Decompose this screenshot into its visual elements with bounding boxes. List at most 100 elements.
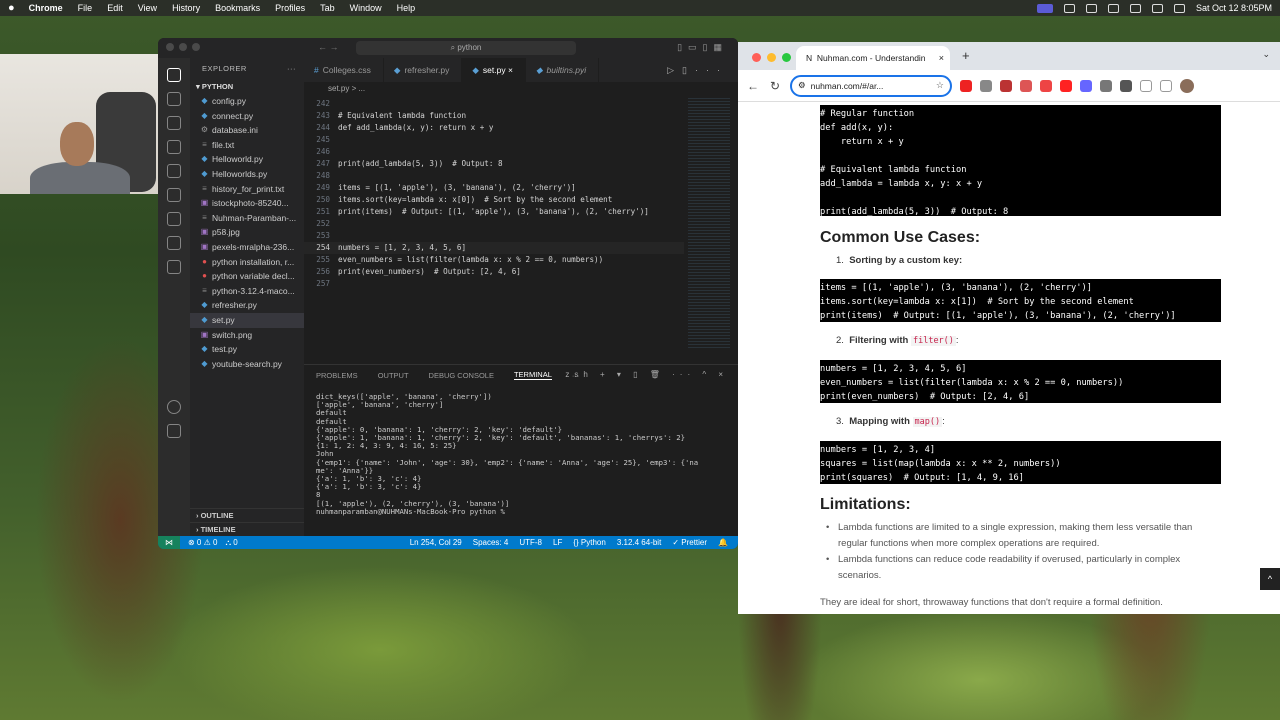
scroll-to-top-button[interactable]: ^	[1260, 568, 1280, 590]
tab-search-icon[interactable]: ⌄	[1262, 49, 1270, 60]
file-item[interactable]: ◆ set.py	[190, 312, 304, 328]
search-icon[interactable]	[167, 92, 181, 106]
extension-k-icon[interactable]	[1100, 79, 1112, 92]
code-lines[interactable]: 242 243 # Equivalent lambda function 244 def…	[304, 98, 684, 290]
extension-icon[interactable]	[167, 260, 181, 274]
tab-colleges-css[interactable]: # Colleges.css	[304, 58, 384, 82]
file-item[interactable]: ▣ istockphoto-85240...	[190, 196, 304, 211]
extension-speaker-icon[interactable]	[1000, 79, 1012, 92]
account-icon[interactable]	[167, 400, 181, 414]
file-item[interactable]: ● python installation, r...	[190, 255, 304, 270]
apple-menu-icon[interactable]: ●	[8, 2, 15, 14]
file-item[interactable]: ≡ Nuhman-Paramban-...	[190, 211, 304, 226]
status-ports[interactable]: ⛬ 0	[225, 538, 237, 548]
notification-bell-icon[interactable]: 🔔	[718, 538, 728, 547]
file-item[interactable]: ◆ Helloworld.py	[190, 152, 304, 167]
minimap[interactable]	[688, 98, 730, 348]
code-line[interactable]: 242	[304, 98, 684, 110]
menu-profiles[interactable]: Profiles	[275, 3, 305, 13]
code-line[interactable]: 253	[304, 230, 684, 242]
status-formatter[interactable]: ✓ Prettier	[672, 538, 707, 547]
status-language[interactable]: {} Python	[573, 538, 605, 547]
status-eol[interactable]: LF	[553, 538, 562, 547]
command-center-search[interactable]: ⌕ python	[356, 41, 576, 55]
file-item[interactable]: ≡ file.txt	[190, 138, 304, 153]
code-line[interactable]: 248	[304, 170, 684, 182]
status-errors[interactable]: ⊗ 0 ⚠ 0	[188, 538, 217, 547]
remote-icon[interactable]: ⋈	[158, 536, 180, 549]
zoom-window-button[interactable]	[782, 53, 791, 62]
code-line[interactable]: 254 numbers = [1, 2, 3, 4, 5, 6]	[304, 242, 684, 254]
menu-bookmarks[interactable]: Bookmarks	[215, 3, 260, 13]
code-line[interactable]: 250 items.sort(key=lambda x: x[0]) # Sort…	[304, 194, 684, 206]
extension-gray-icon[interactable]	[980, 79, 992, 92]
file-item[interactable]: ● python variable decl...	[190, 269, 304, 284]
file-item[interactable]: ⚙ database.ini	[190, 123, 304, 138]
browser-tab[interactable]: N Nuhman.com - Understandin ×	[796, 46, 950, 70]
code-line[interactable]: 256 print(even_numbers) # Output: [2, 4, …	[304, 266, 684, 278]
extension-record-icon[interactable]	[1040, 79, 1052, 92]
control-center-icon[interactable]	[1173, 3, 1185, 13]
download-icon[interactable]	[1160, 79, 1172, 92]
status-interpreter[interactable]: 3.12.4 64-bit	[617, 538, 661, 547]
file-item[interactable]: ≡ history_for_print.txt	[190, 182, 304, 197]
docker-icon[interactable]	[167, 236, 181, 250]
remote-explorer-icon[interactable]	[167, 188, 181, 202]
file-item[interactable]: ▣ pexels-mralpha-236...	[190, 240, 304, 255]
tab-terminal[interactable]: TERMINAL	[513, 370, 552, 380]
code-line[interactable]: 247 print(add_lambda(5, 3)) # Output: 8	[304, 158, 684, 170]
code-line[interactable]: 245	[304, 134, 684, 146]
code-line[interactable]: 255 even_numbers = list(filter(lambda x: …	[304, 254, 684, 266]
search-icon[interactable]	[1151, 3, 1163, 13]
play-icon[interactable]	[1085, 3, 1097, 13]
tab-problems[interactable]: PROBLEMS	[316, 371, 358, 380]
address-bar[interactable]: ⚙ nuhman.com/#/ar... ☆	[790, 74, 952, 97]
file-item[interactable]: ◆ Helloworlds.py	[190, 167, 304, 182]
nav-arrows-icon[interactable]: ← →	[318, 42, 339, 52]
clock[interactable]: Sat Oct 12 8:05PM	[1196, 3, 1272, 13]
run-debug-icon[interactable]	[167, 140, 181, 154]
tab-set-py[interactable]: ◆ set.py ×	[462, 58, 526, 82]
close-tab-icon[interactable]: ×	[939, 46, 944, 70]
layout-icons[interactable]: ▯▭▯▦	[677, 42, 728, 53]
menu-help[interactable]: Help	[397, 3, 416, 13]
file-item[interactable]: ≡ python-3.12.4-maco...	[190, 284, 304, 299]
close-window-button[interactable]	[752, 53, 761, 62]
menu-file[interactable]: File	[78, 3, 93, 13]
code-line[interactable]: 251 print(items) # Output: [(1, 'apple'),…	[304, 206, 684, 218]
window-controls[interactable]	[166, 43, 205, 53]
sidebar-icon[interactable]	[1140, 79, 1152, 92]
source-control-icon[interactable]	[167, 116, 181, 130]
outline-section[interactable]: › OUTLINE	[190, 508, 304, 522]
explorer-icon[interactable]	[167, 68, 181, 82]
terminal-output[interactable]: dict_keys(['apple', 'banana', 'cherry'])…	[304, 385, 738, 524]
status-position[interactable]: Ln 254, Col 29	[410, 538, 462, 547]
testing-icon[interactable]	[167, 212, 181, 226]
breadcrumb[interactable]: set.py > ...	[304, 82, 738, 96]
more-actions-icon[interactable]: ···	[287, 58, 296, 80]
menu-history[interactable]: History	[172, 3, 200, 13]
status-spaces[interactable]: Spaces: 4	[473, 538, 509, 547]
tab-builtins-pyi[interactable]: ◆ builtins.pyi	[526, 58, 600, 82]
menu-app-name[interactable]: Chrome	[29, 3, 63, 13]
code-line[interactable]: 249 items = [(1, 'apple'), (3, 'banana'),…	[304, 182, 684, 194]
folder-python[interactable]: ▾ PYTHON	[190, 80, 304, 94]
tab-output[interactable]: OUTPUT	[378, 371, 409, 380]
tab-refresher-py[interactable]: ◆ refresher.py	[384, 58, 463, 82]
extensions-puzzle-icon[interactable]	[1120, 79, 1132, 92]
menu-view[interactable]: View	[138, 3, 157, 13]
new-tab-button[interactable]: +	[962, 48, 970, 63]
profile-avatar[interactable]	[1180, 78, 1194, 93]
extension-youtube-icon[interactable]	[1060, 79, 1072, 92]
code-line[interactable]: 244 def add_lambda(x, y): return x + y	[304, 122, 684, 134]
wifi-icon[interactable]	[1129, 3, 1141, 13]
extensions-icon[interactable]	[167, 164, 181, 178]
terminal-actions[interactable]: zsh + ▾ ▯ 🗑 ··· ^ ×	[565, 370, 728, 379]
file-item[interactable]: ◆ youtube-search.py	[190, 357, 304, 372]
file-item[interactable]: ▣ switch.png	[190, 328, 304, 343]
file-item[interactable]: ◆ connect.py	[190, 109, 304, 124]
file-item[interactable]: ▣ p58.jpg	[190, 225, 304, 240]
file-item[interactable]: ◆ config.py	[190, 94, 304, 109]
extension-pocket-icon[interactable]	[1020, 79, 1032, 92]
settings-gear-icon[interactable]	[167, 424, 181, 438]
